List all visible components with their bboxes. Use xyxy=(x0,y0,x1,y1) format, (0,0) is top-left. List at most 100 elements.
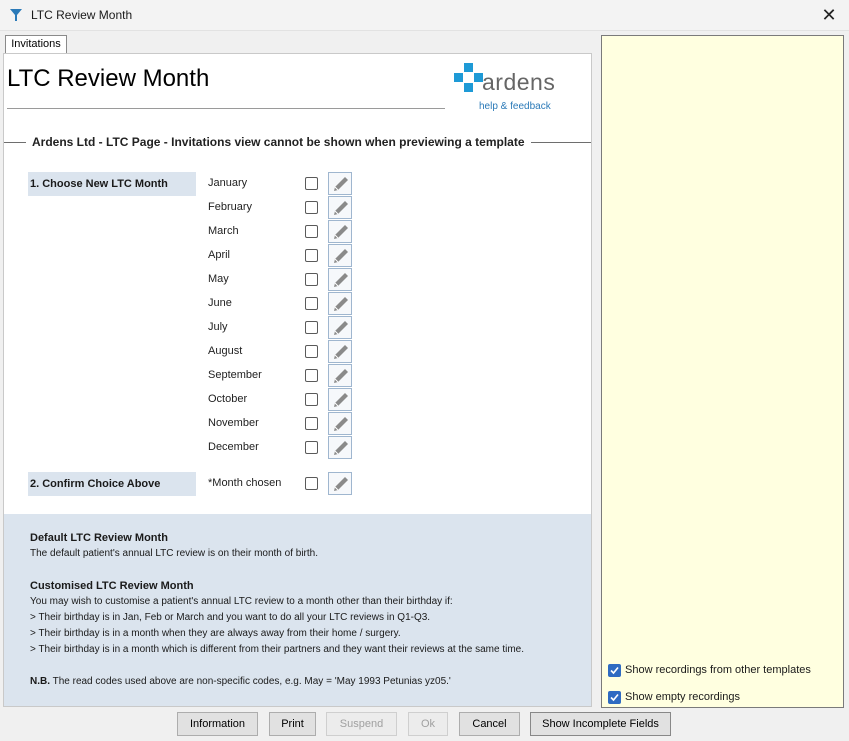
pencil-icon xyxy=(334,177,348,191)
month-checkbox[interactable] xyxy=(305,393,318,406)
title-bar: LTC Review Month ✕ xyxy=(0,0,849,31)
ok-button[interactable]: Ok xyxy=(408,712,448,736)
month-row: July xyxy=(208,316,358,340)
edit-button[interactable] xyxy=(328,220,352,243)
month-row: January xyxy=(208,172,358,196)
month-row: March xyxy=(208,220,358,244)
pencil-icon xyxy=(334,345,348,359)
edit-button[interactable] xyxy=(328,316,352,339)
pencil-icon xyxy=(334,201,348,215)
month-row: February xyxy=(208,196,358,220)
month-row: December xyxy=(208,436,358,460)
edit-button[interactable] xyxy=(328,172,352,195)
month-checkbox[interactable] xyxy=(305,369,318,382)
month-checkbox[interactable] xyxy=(305,321,318,334)
show-incomplete-fields-button[interactable]: Show Incomplete Fields xyxy=(530,712,671,736)
pencil-icon xyxy=(334,225,348,239)
month-label: August xyxy=(208,345,243,357)
edit-button[interactable] xyxy=(328,472,352,495)
page-title: LTC Review Month xyxy=(7,65,210,92)
month-chosen-row: *Month chosen xyxy=(208,472,358,496)
nb-text: The read codes used above are non-specif… xyxy=(50,676,451,687)
month-label: June xyxy=(208,297,232,309)
default-text: The default patient's annual LTC review … xyxy=(30,548,318,559)
month-row: August xyxy=(208,340,358,364)
month-label: April xyxy=(208,249,231,261)
show-other-templates-label: Show recordings from other templates xyxy=(625,664,811,676)
pencil-icon xyxy=(334,477,348,491)
window-title: LTC Review Month xyxy=(31,8,133,22)
month-label: May xyxy=(208,273,229,285)
month-checkbox[interactable] xyxy=(305,345,318,358)
custom-heading: Customised LTC Review Month xyxy=(30,580,194,592)
information-button[interactable]: Information xyxy=(177,712,258,736)
show-empty-recordings-checkbox[interactable]: Show empty recordings xyxy=(608,690,838,706)
month-chosen-label: *Month chosen xyxy=(208,477,282,489)
custom-point: > Their birthday is in a month when they… xyxy=(30,628,401,639)
help-feedback-link[interactable]: help & feedback xyxy=(479,101,551,112)
month-checkbox[interactable] xyxy=(305,249,318,262)
month-label: November xyxy=(208,417,259,429)
title-divider xyxy=(7,108,445,109)
month-checkbox[interactable] xyxy=(305,201,318,214)
edit-button[interactable] xyxy=(328,340,352,363)
month-checkbox[interactable] xyxy=(305,441,318,454)
edit-button[interactable] xyxy=(328,268,352,291)
edit-button[interactable] xyxy=(328,364,352,387)
logo-text: ardens xyxy=(482,69,556,95)
suspend-button[interactable]: Suspend xyxy=(326,712,397,736)
month-label: September xyxy=(208,369,262,381)
month-checkbox[interactable] xyxy=(305,273,318,286)
month-label: January xyxy=(208,177,248,189)
month-row: May xyxy=(208,268,358,292)
main-panel: LTC Review Month ardens help & feedback … xyxy=(3,53,592,707)
month-label: December xyxy=(208,441,259,453)
pencil-icon xyxy=(334,369,348,383)
edit-button[interactable] xyxy=(328,292,352,315)
month-row: November xyxy=(208,412,358,436)
edit-button[interactable] xyxy=(328,244,352,267)
app-icon xyxy=(10,9,22,21)
custom-point: > Their birthday is in a month which is … xyxy=(30,644,525,655)
tab-invitations[interactable]: Invitations xyxy=(5,35,67,53)
month-row: June xyxy=(208,292,358,316)
month-label: July xyxy=(208,321,228,333)
recordings-panel: Show recordings from other templates Sho… xyxy=(601,35,844,708)
edit-button[interactable] xyxy=(328,436,352,459)
edit-button[interactable] xyxy=(328,196,352,219)
pencil-icon xyxy=(334,393,348,407)
edit-button[interactable] xyxy=(328,412,352,435)
month-checkbox[interactable] xyxy=(305,417,318,430)
print-button[interactable]: Print xyxy=(269,712,316,736)
close-icon[interactable]: ✕ xyxy=(817,4,841,26)
default-heading: Default LTC Review Month xyxy=(30,532,168,544)
month-checkbox[interactable] xyxy=(305,297,318,310)
pencil-icon xyxy=(334,249,348,263)
month-row: April xyxy=(208,244,358,268)
cancel-button[interactable]: Cancel xyxy=(459,712,520,736)
month-checkbox[interactable] xyxy=(305,177,318,190)
show-other-templates-checkbox[interactable]: Show recordings from other templates xyxy=(608,663,838,679)
pencil-icon xyxy=(334,297,348,311)
nb-label: N.B. xyxy=(30,676,50,687)
custom-point: > Their birthday is in Jan, Feb or March… xyxy=(30,612,431,623)
month-label: October xyxy=(208,393,248,405)
edit-button[interactable] xyxy=(328,388,352,411)
checkbox-checked-icon xyxy=(608,691,621,704)
step-confirm-label: 2. Confirm Choice Above xyxy=(28,472,196,496)
month-checkbox[interactable] xyxy=(305,225,318,238)
pencil-icon xyxy=(334,417,348,431)
month-label: February xyxy=(208,201,253,213)
nb-note: N.B. The read codes used above are non-s… xyxy=(30,676,451,687)
logo-cross-icon xyxy=(454,63,483,92)
section-title: Ardens Ltd - LTC Page - Invitations view… xyxy=(26,135,531,149)
checkbox-checked-icon xyxy=(608,664,621,677)
show-empty-recordings-label: Show empty recordings xyxy=(625,691,740,703)
month-chosen-checkbox[interactable] xyxy=(305,477,318,490)
step-choose-label: 1. Choose New LTC Month xyxy=(28,172,196,196)
month-row: September xyxy=(208,364,358,388)
ardens-logo[interactable]: ardens help & feedback xyxy=(454,61,564,113)
pencil-icon xyxy=(334,441,348,455)
custom-intro: You may wish to customise a patient's an… xyxy=(30,596,453,607)
pencil-icon xyxy=(334,321,348,335)
